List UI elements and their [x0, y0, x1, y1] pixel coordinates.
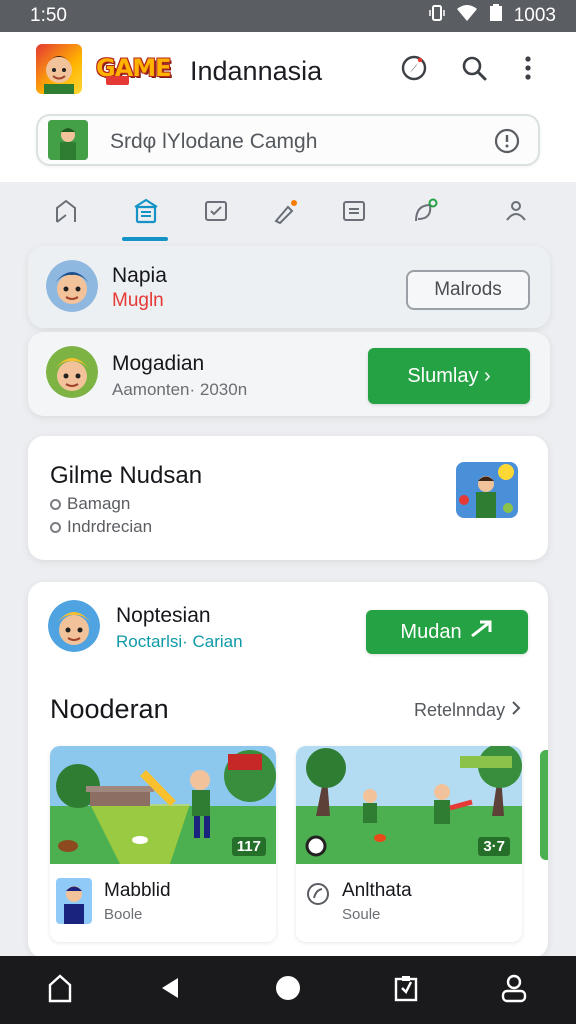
circle-icon: [274, 974, 302, 1007]
info-thumbnail: [456, 462, 518, 518]
wifi-icon: [456, 4, 478, 28]
game-score: 117: [231, 837, 266, 856]
active-tab-indicator: [122, 237, 168, 241]
info-card[interactable]: Gilme Nudsan Bamagn Indrdrecian: [28, 436, 548, 560]
clipboard-icon: [393, 974, 419, 1007]
list-icon: [132, 197, 160, 230]
game-title: Anlthata: [342, 880, 412, 901]
nav-account-button[interactable]: [496, 972, 532, 1008]
chevron-right-icon: [511, 700, 521, 721]
info-title: Gilme Nudsan: [50, 462, 203, 489]
home-icon: [46, 973, 74, 1008]
radio-icon: [50, 498, 61, 510]
avatar: [48, 600, 100, 652]
game-subtitle: Soule: [342, 906, 381, 923]
profile-card[interactable]: Napia Mugln Malrods: [28, 246, 550, 328]
leaf-icon: [412, 197, 440, 230]
tab-person[interactable]: [496, 196, 536, 230]
see-all-label: Retelnnday: [414, 700, 506, 720]
feature-subtitle: Roctarlsi· Carian: [116, 632, 243, 651]
tab-home[interactable]: [46, 196, 86, 230]
logo-badge: [106, 76, 129, 85]
avatar: [46, 346, 98, 398]
battery-text: 1003: [513, 5, 556, 26]
nav-back-button[interactable]: [152, 972, 188, 1008]
feature-action-label: Mudan: [400, 620, 462, 643]
chart-icon: [203, 198, 229, 229]
search-button[interactable]: [458, 54, 490, 86]
game-icon-thumb: [56, 878, 92, 924]
info-option[interactable]: Bamagn: [50, 494, 130, 514]
more-button[interactable]: [512, 54, 544, 86]
game-title: Mabblid: [104, 880, 171, 901]
feature-name: Noptesian: [116, 604, 211, 627]
status-bar: 1:50 1003: [0, 0, 576, 32]
tab-list[interactable]: [126, 196, 166, 230]
status-icons: 1003: [428, 4, 556, 28]
tab-chart[interactable]: [196, 196, 236, 230]
person-icon: [503, 198, 529, 229]
compass-icon: [400, 54, 428, 87]
nav-clipboard-button[interactable]: [388, 972, 424, 1008]
match-action-button[interactable]: Slumlay ›: [368, 348, 530, 404]
game-card[interactable]: 3·7 Anlthata Soule: [296, 746, 522, 942]
game-score: 3·7: [478, 837, 510, 856]
profile-subtitle: Mugln: [112, 290, 164, 311]
nav-overview-button[interactable]: [270, 972, 306, 1008]
profile-name: Napia: [112, 264, 167, 287]
tab-leaf[interactable]: [406, 196, 446, 230]
info-option-label: Indrdrecian: [67, 517, 153, 536]
brush-icon: [272, 197, 300, 230]
app-bar: GAME Indannasia Srdφ lYlodane Camgh: [0, 32, 576, 182]
back-icon: [159, 976, 181, 1005]
match-subtitle: Aamonten· 2030n: [112, 380, 248, 399]
status-time: 1:50: [30, 5, 67, 26]
feature-action-button[interactable]: Mudan: [366, 610, 528, 654]
document-icon: [341, 198, 367, 229]
info-icon[interactable]: [494, 128, 520, 159]
page-title: Indannasia: [190, 56, 323, 86]
send-icon: [470, 620, 494, 644]
home-icon: [53, 198, 79, 229]
feature-card: Noptesian Roctarlsi· Carian Mudan Nooder…: [28, 582, 548, 958]
radio-icon: [50, 521, 61, 533]
search-thumbnail: [48, 120, 88, 160]
section-title: Nooderan: [50, 694, 169, 724]
system-nav-bar: [0, 956, 576, 1024]
tab-document[interactable]: [334, 196, 374, 230]
leaf-icon: [306, 882, 330, 911]
person-icon: [499, 973, 529, 1008]
game-logo: GAME: [96, 54, 172, 85]
game-card[interactable]: 117 Mabblid Boole: [50, 746, 276, 942]
game-thumbnail: 117: [50, 746, 276, 864]
game-subtitle: Boole: [104, 906, 143, 923]
match-card[interactable]: Mogadian Aamonten· 2030n Slumlay ›: [28, 332, 550, 416]
tab-bar: [0, 182, 576, 244]
app-avatar[interactable]: [36, 44, 82, 94]
game-card-peek[interactable]: [540, 750, 548, 860]
search-input[interactable]: Srdφ lYlodane Camgh: [36, 114, 540, 166]
compass-button[interactable]: [398, 54, 430, 86]
info-option[interactable]: Indrdrecian: [50, 517, 152, 537]
tab-brush[interactable]: [266, 196, 306, 230]
avatar: [46, 260, 98, 312]
info-option-label: Bamagn: [67, 494, 131, 513]
search-icon: [460, 54, 488, 87]
nav-home-button[interactable]: [42, 972, 78, 1008]
profile-action-button[interactable]: Malrods: [406, 270, 530, 310]
vibrate-icon: [428, 4, 446, 28]
battery-icon: [488, 4, 504, 28]
game-thumbnail: 3·7: [296, 746, 522, 864]
match-name: Mogadian: [112, 352, 205, 375]
see-all-link[interactable]: Retelnnday: [414, 700, 521, 721]
more-vert-icon: [524, 54, 532, 87]
search-placeholder: Srdφ lYlodane Camgh: [110, 130, 318, 153]
